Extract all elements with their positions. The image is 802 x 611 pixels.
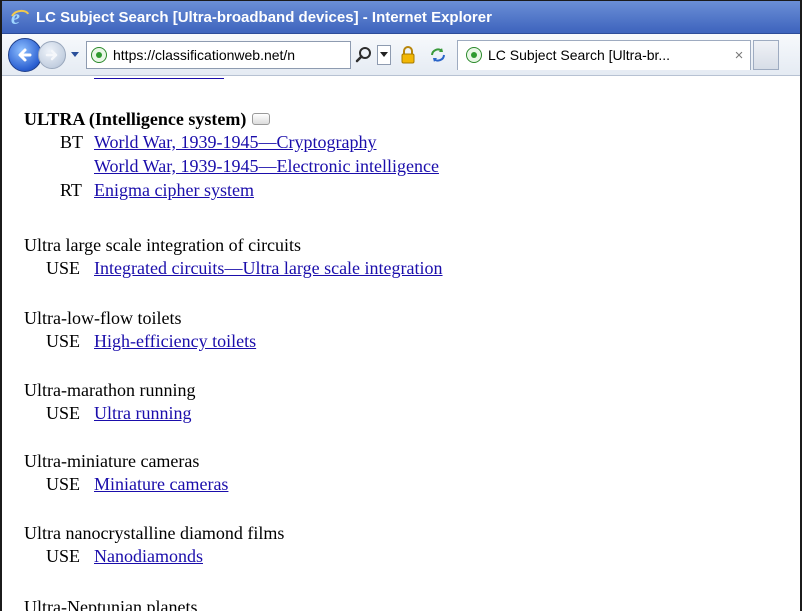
reference-line: RT Enigma cipher system bbox=[24, 178, 439, 202]
reference-label: USE bbox=[46, 546, 81, 566]
url-text[interactable]: https://classificationweb.net/n bbox=[113, 47, 350, 63]
reference-link[interactable]: Ultra running bbox=[94, 403, 191, 423]
svg-text:e: e bbox=[11, 7, 20, 27]
reference-line: USE Miniature cameras bbox=[24, 472, 228, 496]
forward-button[interactable] bbox=[38, 40, 66, 69]
subject-entry: Ultra-low-flow toilets USE High-efficienc… bbox=[24, 307, 256, 353]
window-title: LC Subject Search [Ultra-broadband devic… bbox=[36, 8, 492, 26]
search-icon bbox=[355, 46, 371, 62]
reference-label: USE bbox=[46, 474, 81, 494]
subject-heading: Ultra-Neptunian planets bbox=[24, 597, 198, 611]
subject-heading: ULTRA (Intelligence system) bbox=[24, 109, 247, 129]
subject-entry: ULTRA (Intelligence system) BT World War,… bbox=[24, 108, 439, 202]
subject-heading: Ultra large scale integration of circuit… bbox=[24, 235, 302, 255]
back-button[interactable] bbox=[8, 37, 42, 72]
subject-heading: Ultra-marathon running bbox=[24, 380, 196, 400]
subject-entry: Ultra-Neptunian planets bbox=[24, 596, 197, 611]
chevron-down-icon bbox=[71, 51, 79, 57]
reference-link[interactable]: Integrated circuits—Ultra large scale in… bbox=[94, 258, 443, 278]
browser-window: e LC Subject Search [Ultra-broadband dev… bbox=[0, 0, 802, 611]
reference-link[interactable]: Enigma cipher system bbox=[94, 180, 254, 200]
reference-link[interactable]: High-efficiency toilets bbox=[94, 331, 256, 351]
subject-entry: Ultra nanocrystalline diamond films USE N… bbox=[24, 522, 284, 568]
subject-entry: Ultra-miniature cameras USE Miniature cam… bbox=[24, 450, 228, 496]
tab-close-button[interactable]: × bbox=[728, 47, 750, 64]
reference-link[interactable]: Nanodiamonds bbox=[94, 546, 203, 566]
tab-lc-subject-search[interactable]: LC Subject Search [Ultra-br... × bbox=[457, 39, 751, 70]
reference-line: World War, 1939-1945—Electronic intellig… bbox=[24, 154, 439, 178]
address-bar[interactable]: https://classificationweb.net/n bbox=[86, 40, 351, 69]
internet-explorer-logo-icon: e bbox=[10, 7, 30, 27]
tab-title: LC Subject Search [Ultra-br... bbox=[488, 47, 671, 63]
subject-entry: Ultra large scale integration of circuit… bbox=[24, 234, 443, 280]
lock-icon bbox=[401, 45, 415, 63]
site-identity-icon bbox=[91, 46, 107, 63]
page-content: ULTRA (Intelligence system) BT World War,… bbox=[2, 78, 800, 611]
reference-line: USE Nanodiamonds bbox=[24, 544, 284, 568]
history-dropdown-button[interactable] bbox=[68, 51, 82, 59]
address-dropdown-button[interactable] bbox=[377, 44, 391, 65]
new-tab-button[interactable] bbox=[753, 39, 779, 70]
subject-heading: Ultra-low-flow toilets bbox=[24, 308, 182, 328]
note-icon[interactable] bbox=[252, 112, 271, 125]
reference-label: USE bbox=[46, 403, 81, 423]
refresh-icon bbox=[431, 47, 445, 62]
reference-line: USE Ultra running bbox=[24, 401, 195, 425]
subject-heading: Ultra-miniature cameras bbox=[24, 451, 200, 471]
reference-line: BT World War, 1939-1945—Cryptography bbox=[24, 130, 439, 154]
reference-link[interactable]: Miniature cameras bbox=[94, 474, 228, 494]
forward-arrow-icon bbox=[45, 49, 58, 60]
navigation-toolbar: https://classificationweb.net/n LC Subje… bbox=[2, 34, 800, 76]
reference-line: USE High-efficiency toilets bbox=[24, 329, 256, 353]
search-button[interactable] bbox=[353, 41, 375, 69]
partial-link-underline bbox=[94, 78, 224, 79]
title-bar: e LC Subject Search [Ultra-broadband dev… bbox=[2, 1, 800, 34]
reference-label: RT bbox=[60, 180, 82, 200]
reference-label: USE bbox=[46, 258, 81, 278]
subject-heading: Ultra nanocrystalline diamond films bbox=[24, 523, 285, 543]
reference-label: BT bbox=[60, 132, 84, 152]
reference-link[interactable]: World War, 1939-1945—Electronic intellig… bbox=[94, 156, 439, 176]
back-arrow-icon bbox=[18, 48, 32, 61]
reference-label: USE bbox=[46, 331, 81, 351]
chevron-down-icon bbox=[380, 51, 388, 57]
reference-link[interactable]: World War, 1939-1945—Cryptography bbox=[94, 132, 377, 152]
subject-entry: Ultra-marathon running USE Ultra running bbox=[24, 379, 195, 425]
security-lock-button[interactable] bbox=[395, 41, 421, 69]
refresh-button[interactable] bbox=[425, 41, 451, 69]
site-identity-icon bbox=[466, 47, 482, 63]
reference-line: USE Integrated circuits—Ultra large scale… bbox=[24, 256, 443, 280]
